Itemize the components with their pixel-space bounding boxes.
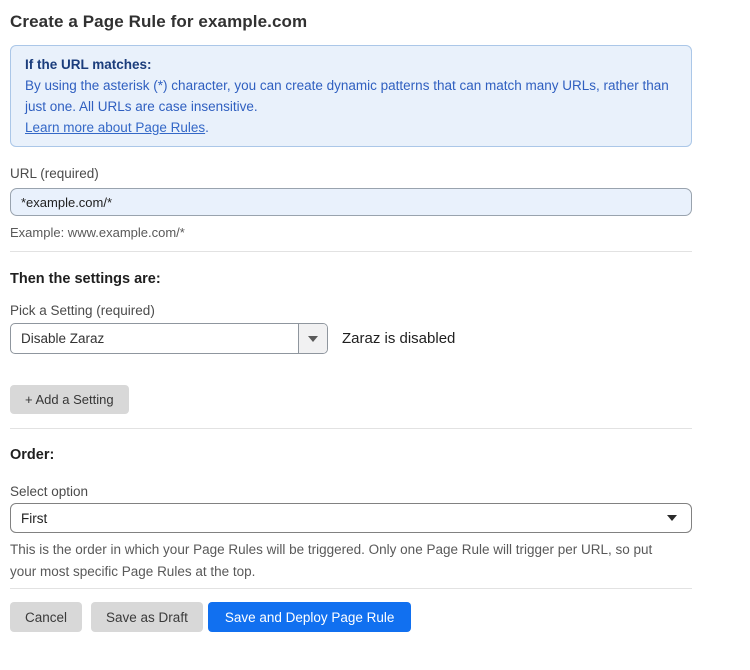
order-select-label: Select option: [10, 484, 692, 499]
chevron-down-icon: [308, 336, 318, 342]
learn-more-link[interactable]: Learn more about Page Rules: [25, 120, 205, 135]
divider: [10, 251, 692, 252]
save-and-deploy-button[interactable]: Save and Deploy Page Rule: [208, 602, 412, 632]
order-section-heading: Order:: [10, 447, 692, 463]
info-box-body: By using the asterisk (*) character, you…: [25, 75, 677, 117]
page-title: Create a Page Rule for example.com: [10, 12, 692, 32]
order-dropdown-value: First: [21, 511, 47, 526]
settings-section-heading: Then the settings are:: [10, 271, 692, 287]
info-box-link-line: Learn more about Page Rules.: [25, 117, 677, 138]
url-match-info-box: If the URL matches: By using the asteris…: [10, 45, 692, 147]
save-as-draft-button[interactable]: Save as Draft: [91, 602, 203, 632]
setting-dropdown-value: Disable Zaraz: [11, 324, 298, 353]
pick-setting-label: Pick a Setting (required): [10, 303, 692, 318]
order-help-text: This is the order in which your Page Rul…: [10, 539, 682, 582]
link-suffix: .: [205, 120, 209, 135]
url-input[interactable]: [10, 188, 692, 216]
chevron-down-icon: [667, 515, 677, 521]
divider: [10, 428, 692, 429]
setting-dropdown[interactable]: Disable Zaraz: [10, 323, 328, 354]
info-box-heading: If the URL matches:: [25, 54, 677, 75]
action-button-row: Cancel Save as Draft Save and Deploy Pag…: [10, 602, 692, 632]
setting-dropdown-arrow-button[interactable]: [298, 324, 327, 353]
add-setting-button[interactable]: + Add a Setting: [10, 385, 129, 414]
setting-row: Disable Zaraz Zaraz is disabled: [10, 323, 692, 354]
setting-status-text: Zaraz is disabled: [342, 330, 455, 347]
page-rule-form: Create a Page Rule for example.com If th…: [10, 12, 692, 632]
url-field-label: URL (required): [10, 166, 692, 181]
order-dropdown[interactable]: First: [10, 503, 692, 533]
cancel-button[interactable]: Cancel: [10, 602, 82, 632]
divider: [10, 588, 692, 589]
url-example-text: Example: www.example.com/*: [10, 225, 692, 240]
